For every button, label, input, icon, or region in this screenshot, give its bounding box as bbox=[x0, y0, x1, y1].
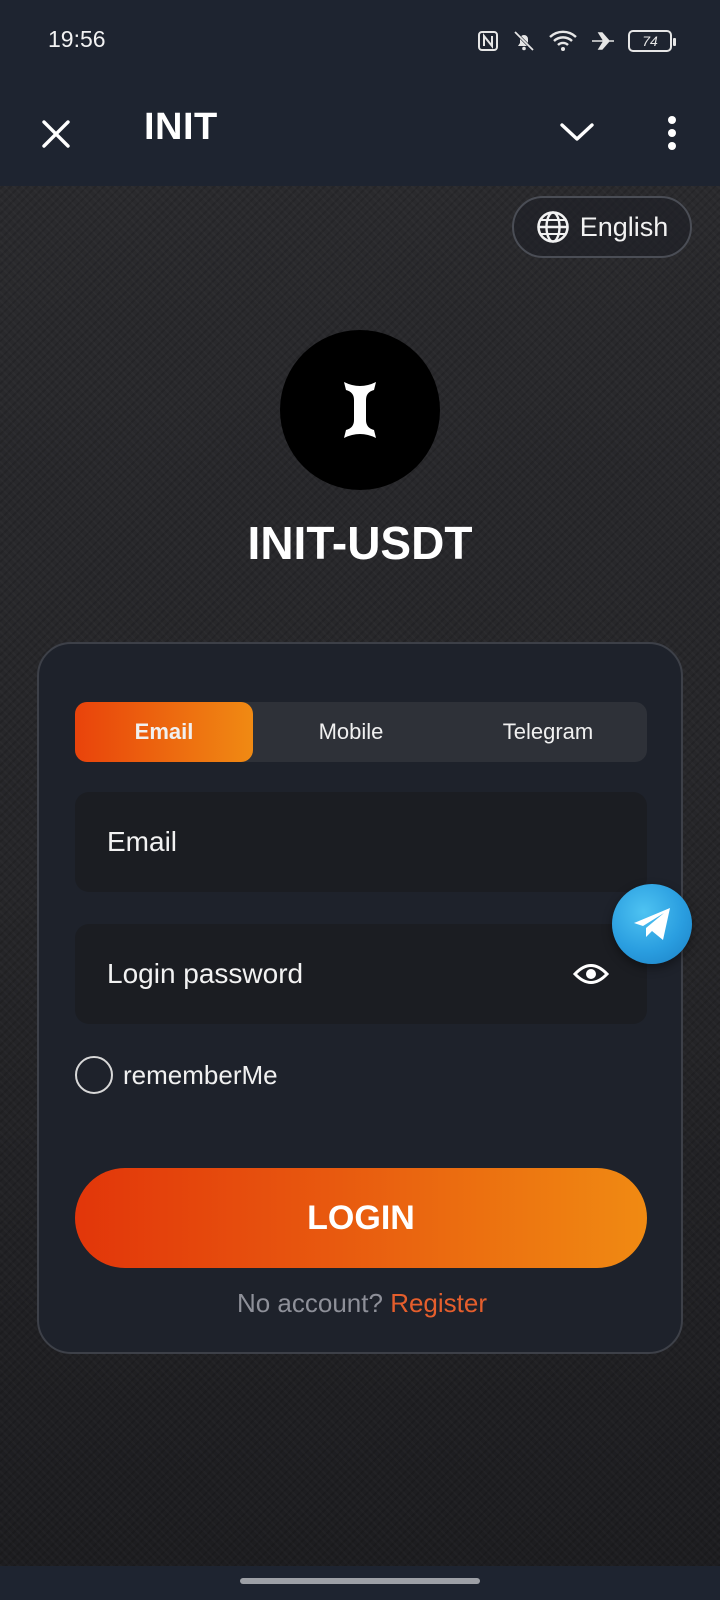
page-content: English INIT-USDT Email Mobile Telegram … bbox=[0, 186, 720, 1566]
more-menu-button[interactable] bbox=[650, 108, 694, 158]
register-link[interactable]: Register bbox=[390, 1288, 487, 1318]
close-icon bbox=[42, 120, 70, 148]
more-vertical-icon bbox=[668, 116, 676, 150]
login-button[interactable]: LOGIN bbox=[75, 1168, 647, 1268]
nfc-icon bbox=[476, 29, 500, 53]
home-indicator[interactable] bbox=[240, 1578, 480, 1584]
tab-mobile[interactable]: Mobile bbox=[253, 702, 449, 762]
email-placeholder: Email bbox=[107, 826, 178, 857]
battery-icon: 74 bbox=[628, 30, 676, 52]
airplane-icon bbox=[590, 29, 616, 53]
app-title: INIT bbox=[144, 106, 218, 148]
status-time: 19:56 bbox=[48, 26, 106, 52]
close-button[interactable] bbox=[34, 112, 78, 156]
login-card: Email Mobile Telegram Email Login passwo… bbox=[37, 642, 683, 1354]
show-password-button[interactable] bbox=[571, 956, 611, 992]
chevron-down-icon bbox=[560, 123, 594, 141]
tab-email[interactable]: Email bbox=[75, 702, 253, 762]
password-placeholder: Login password bbox=[107, 958, 304, 989]
email-input[interactable]: Email bbox=[75, 792, 647, 892]
remember-me-radio[interactable] bbox=[75, 1056, 113, 1094]
globe-icon bbox=[536, 211, 569, 243]
telegram-icon bbox=[634, 908, 670, 940]
tab-telegram[interactable]: Telegram bbox=[449, 702, 647, 762]
register-prompt: No account? Register bbox=[39, 1288, 685, 1319]
app-bar: INIT bbox=[0, 84, 720, 186]
status-icons: 74 bbox=[476, 26, 676, 56]
brand-logo bbox=[280, 330, 440, 490]
remember-me-option[interactable]: rememberMe bbox=[75, 1056, 278, 1094]
status-bar: 19:56 74 bbox=[0, 0, 720, 84]
telegram-fab-button[interactable] bbox=[612, 884, 692, 964]
brand-title: INIT-USDT bbox=[247, 517, 473, 569]
password-input[interactable]: Login password bbox=[75, 924, 647, 1024]
language-selector[interactable]: English bbox=[512, 196, 692, 258]
wifi-icon bbox=[548, 29, 578, 53]
remember-me-label: rememberMe bbox=[123, 1059, 278, 1090]
no-account-text: No account? bbox=[236, 1288, 383, 1318]
login-method-tabs: Email Mobile Telegram bbox=[75, 702, 647, 762]
system-nav-bar bbox=[0, 1566, 720, 1600]
eye-icon bbox=[573, 964, 609, 984]
language-label: English bbox=[579, 211, 669, 242]
bell-off-icon bbox=[512, 29, 536, 53]
init-logo-icon bbox=[344, 382, 376, 438]
collapse-button[interactable] bbox=[555, 110, 599, 154]
